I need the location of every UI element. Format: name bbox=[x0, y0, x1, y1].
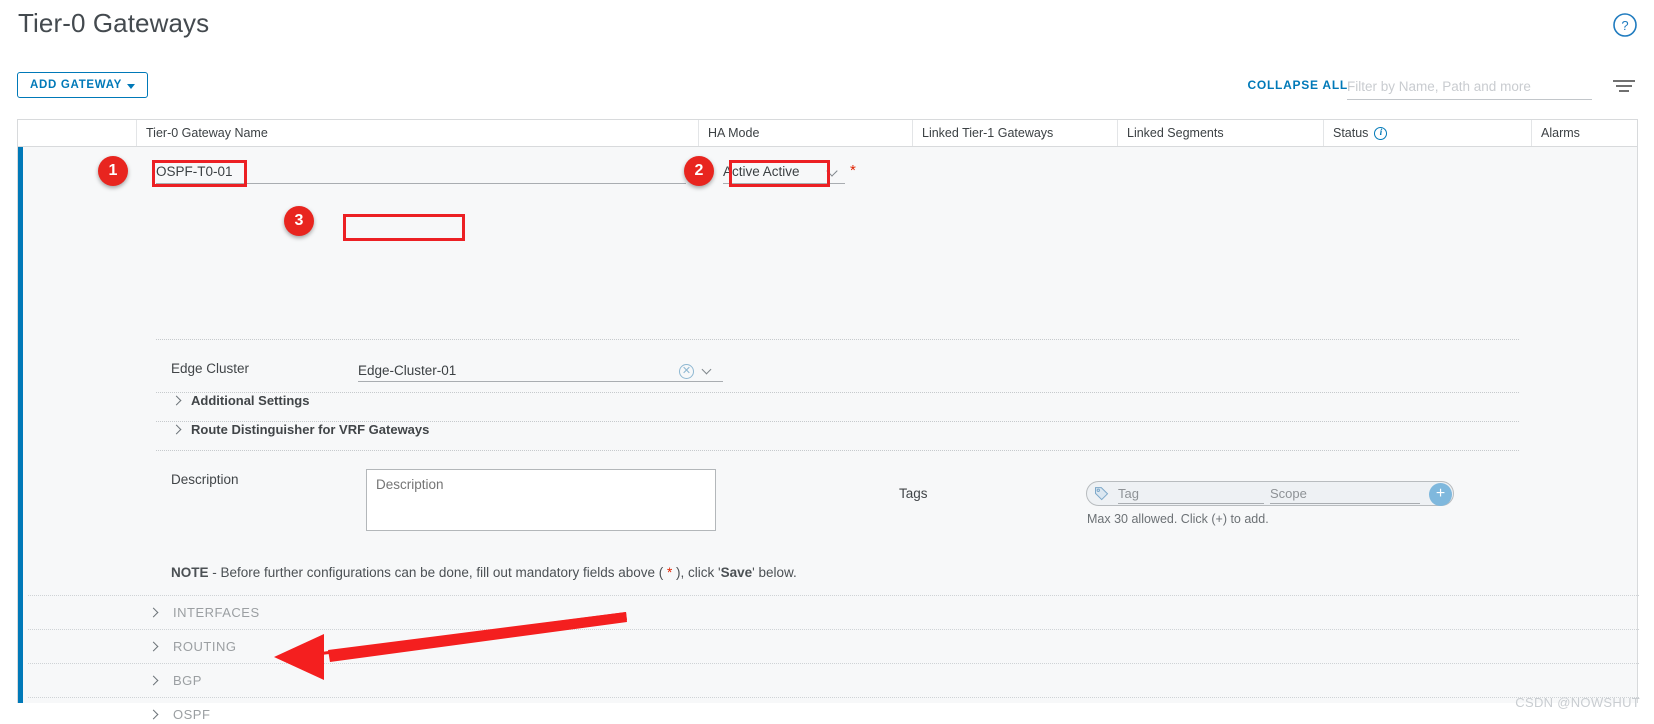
table-col-status-label: Status bbox=[1333, 126, 1369, 140]
additional-settings-label: Additional Settings bbox=[191, 393, 310, 408]
divider bbox=[156, 392, 1519, 393]
required-asterisk: * bbox=[850, 162, 856, 179]
tags-label: Tags bbox=[899, 486, 928, 501]
clear-circle-icon[interactable]: ✕ bbox=[679, 364, 694, 379]
note-body-2: ), click ' bbox=[672, 565, 721, 580]
note-body-3: ' below. bbox=[752, 565, 797, 580]
svg-text:?: ? bbox=[1621, 18, 1628, 33]
table-col-ha-mode: HA Mode bbox=[698, 120, 912, 146]
scope-input[interactable] bbox=[1270, 483, 1420, 504]
highlight-ha-mode bbox=[729, 160, 830, 187]
table-col-spacer bbox=[18, 120, 136, 146]
page-title: Tier-0 Gateways bbox=[18, 8, 210, 38]
edge-cluster-label: Edge Cluster bbox=[171, 361, 250, 376]
collapse-all-button[interactable]: COLLAPSE ALL bbox=[1247, 78, 1348, 92]
chevron-right-icon bbox=[148, 675, 159, 686]
red-arrow-pointing-left-icon bbox=[228, 610, 628, 685]
note-prefix: NOTE bbox=[171, 565, 209, 580]
filter-icon[interactable] bbox=[1612, 80, 1636, 96]
plus-icon[interactable]: + bbox=[1429, 483, 1452, 506]
table-header-row: Tier-0 Gateway Name HA Mode Linked Tier-… bbox=[18, 120, 1637, 147]
table-col-linked-segments: Linked Segments bbox=[1117, 120, 1323, 146]
chevron-right-icon bbox=[171, 424, 182, 435]
watermark: CSDN @NOWSHUT bbox=[1515, 695, 1640, 710]
callout-3: 3 bbox=[284, 206, 314, 236]
callout-2: 2 bbox=[684, 156, 714, 186]
chevron-right-icon bbox=[171, 395, 182, 406]
action-bar: ADD GATEWAY COLLAPSE ALL bbox=[0, 70, 1654, 112]
note-save-word: Save bbox=[720, 565, 753, 580]
tag-entry-widget: + bbox=[1086, 481, 1454, 506]
filter-field-wrap bbox=[1347, 74, 1592, 100]
table-col-status: Status i bbox=[1323, 120, 1531, 146]
highlight-gateway-name bbox=[152, 160, 247, 187]
chevron-right-icon bbox=[148, 607, 159, 618]
edge-cluster-input[interactable] bbox=[358, 359, 658, 381]
chevron-down-icon bbox=[127, 83, 136, 89]
tier0-gateways-page: Tier-0 Gateways ? ADD GATEWAY COLLAPSE A… bbox=[0, 0, 1654, 724]
divider bbox=[156, 339, 1519, 340]
table-col-linked-tier1: Linked Tier-1 Gateways bbox=[912, 120, 1117, 146]
tag-input[interactable] bbox=[1118, 483, 1264, 504]
help-circle-icon[interactable]: ? bbox=[1612, 12, 1638, 38]
callout-1: 1 bbox=[98, 156, 128, 186]
highlight-edge-cluster bbox=[343, 214, 465, 241]
route-distinguisher-label: Route Distinguisher for VRF Gateways bbox=[191, 422, 430, 437]
info-icon[interactable]: i bbox=[1374, 126, 1388, 140]
tags-hint: Max 30 allowed. Click (+) to add. bbox=[1087, 512, 1269, 526]
tag-icon bbox=[1090, 483, 1112, 505]
mandatory-fields-note: NOTE - Before further configurations can… bbox=[171, 565, 797, 580]
description-textarea[interactable] bbox=[366, 469, 716, 531]
description-label: Description bbox=[171, 472, 239, 487]
divider bbox=[156, 450, 1519, 451]
section-ospf[interactable]: OSPF bbox=[28, 697, 1639, 724]
chevron-down-icon[interactable] bbox=[701, 364, 712, 375]
filter-input[interactable] bbox=[1347, 74, 1592, 99]
table-col-alarms: Alarms bbox=[1531, 120, 1637, 146]
chevron-right-icon bbox=[148, 641, 159, 652]
add-gateway-label: ADD GATEWAY bbox=[30, 79, 123, 91]
note-body-1: - Before further configurations can be d… bbox=[208, 565, 668, 580]
section-label: OSPF bbox=[173, 707, 211, 722]
table-col-gateway-name: Tier-0 Gateway Name bbox=[136, 120, 698, 146]
section-label: ROUTING bbox=[173, 639, 237, 654]
additional-settings-accordion[interactable]: Additional Settings bbox=[171, 393, 310, 408]
add-gateway-button[interactable]: ADD GATEWAY bbox=[17, 72, 149, 98]
chevron-right-icon bbox=[148, 709, 159, 720]
route-distinguisher-accordion[interactable]: Route Distinguisher for VRF Gateways bbox=[171, 422, 430, 437]
section-label: BGP bbox=[173, 673, 202, 688]
edge-cluster-underline bbox=[358, 381, 723, 382]
